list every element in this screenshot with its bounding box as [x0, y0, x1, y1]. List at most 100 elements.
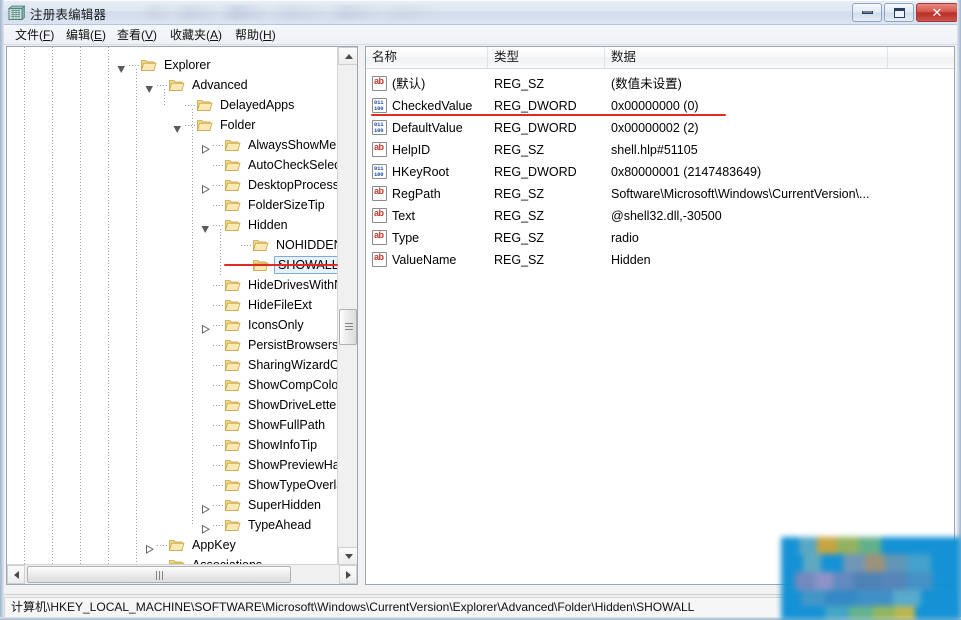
- value-type: REG_SZ: [494, 209, 545, 223]
- tree-vertical-scrollbar[interactable]: [337, 47, 357, 565]
- value-row[interactable]: ab Text REG_SZ @shell32.dll,-30500: [366, 205, 954, 227]
- collapse-triangle-icon[interactable]: [201, 221, 210, 233]
- menu-item-help[interactable]: 帮助(H): [230, 27, 281, 44]
- minimize-icon: [853, 4, 881, 21]
- tree-connector: [241, 245, 252, 246]
- window-edge-left: [0, 0, 4, 620]
- value-name: DefaultValue: [392, 121, 463, 135]
- registry-values-pane: 名称 类型 数据 ab (默认) REG_SZ (数值未设置) 011 100 Checke…: [365, 46, 955, 585]
- close-icon: ✕: [931, 4, 943, 20]
- expand-triangle-icon[interactable]: [201, 141, 211, 154]
- folder-icon: [168, 78, 185, 92]
- value-row[interactable]: 011 100 HKeyRoot REG_DWORD 0x80000001 (21474…: [366, 161, 954, 183]
- tree-connector: [213, 365, 224, 366]
- tree-node-label: Explorer: [164, 58, 211, 72]
- close-button[interactable]: ✕: [916, 3, 958, 22]
- expand-triangle-icon[interactable]: [201, 181, 211, 194]
- showall-underline-annotation: [224, 264, 338, 266]
- column-header-data[interactable]: 数据: [605, 47, 888, 68]
- scroll-up-icon[interactable]: [338, 47, 357, 65]
- maximize-button[interactable]: [884, 3, 914, 22]
- tree-connector: [213, 465, 224, 466]
- tree-connector: [213, 425, 224, 426]
- tree-node-label: SuperHidden: [248, 498, 321, 512]
- expand-triangle-icon[interactable]: [201, 501, 211, 514]
- tree-node-label: FolderSizeTip: [248, 198, 325, 212]
- expand-triangle-icon[interactable]: [145, 541, 155, 554]
- value-name: Text: [392, 209, 415, 223]
- folder-icon: [196, 98, 213, 112]
- tree-connector: [213, 325, 224, 326]
- menu-item-favorites[interactable]: 收藏夹(A): [165, 27, 227, 44]
- value-row[interactable]: 011 100 DefaultValue REG_DWORD 0x00000002 (2…: [366, 117, 954, 139]
- dword-value-icon: 011 100: [372, 120, 387, 135]
- string-value-icon: ab: [372, 230, 387, 245]
- tree-horizontal-scrollbar[interactable]: [7, 564, 357, 584]
- value-data: 0x00000000 (0): [611, 99, 699, 113]
- tree-node-label: AppKey: [192, 538, 236, 552]
- tree-node-label: ShowDriveLetters: [248, 398, 337, 412]
- column-header-extra[interactable]: [888, 47, 954, 68]
- value-data: Software\Microsoft\Windows\CurrentVersio…: [611, 187, 870, 201]
- tree-hscroll-thumb[interactable]: [27, 566, 291, 583]
- value-data: @shell32.dll,-30500: [611, 209, 722, 223]
- value-row[interactable]: ab (默认) REG_SZ (数值未设置): [366, 73, 954, 95]
- folder-icon: [224, 198, 241, 212]
- value-data: 0x80000001 (2147483649): [611, 165, 762, 179]
- scroll-left-icon[interactable]: [7, 565, 25, 584]
- menu-item-edit[interactable]: 编辑(E): [61, 27, 111, 44]
- tree-connector: [213, 445, 224, 446]
- collapse-triangle-icon[interactable]: [145, 81, 154, 93]
- tree-connector: [213, 225, 224, 226]
- value-type: REG_SZ: [494, 143, 545, 157]
- tree-connector: [157, 85, 168, 86]
- tree-connector: [185, 125, 196, 126]
- value-row[interactable]: ab Type REG_SZ radio: [366, 227, 954, 249]
- tree-node-label: SharingWizardOn: [248, 358, 337, 372]
- folder-icon: [224, 338, 241, 352]
- column-header-name[interactable]: 名称: [366, 47, 488, 68]
- folder-icon: [252, 238, 269, 252]
- menu-item-view[interactable]: 查看(V): [112, 27, 162, 44]
- tree-vscroll-thumb[interactable]: [339, 309, 357, 345]
- folder-icon: [224, 178, 241, 192]
- expand-triangle-icon[interactable]: [201, 521, 211, 534]
- title-bar-blurred-text: [141, 5, 441, 20]
- folder-icon: [224, 418, 241, 432]
- folder-icon: [168, 538, 185, 552]
- value-row[interactable]: ab HelpID REG_SZ shell.hlp#51105: [366, 139, 954, 161]
- value-name: RegPath: [392, 187, 441, 201]
- title-bar-inner: 注册表编辑器 ✕: [0, 0, 961, 24]
- tree-node-label: HideDrivesWithNoM: [248, 278, 337, 292]
- value-data: (数值未设置): [611, 77, 682, 91]
- column-header-type[interactable]: 类型: [488, 47, 605, 68]
- value-data: Hidden: [611, 253, 651, 267]
- scroll-down-icon[interactable]: [338, 547, 357, 565]
- folder-icon: [224, 438, 241, 452]
- folder-icon: [224, 278, 241, 292]
- tree-node-label: AutoCheckSelect: [248, 158, 337, 172]
- tree-guide-line: [192, 109, 193, 525]
- menu-bar: 文件(F) 编辑(E) 查看(V) 收藏夹(A) 帮助(H): [0, 25, 961, 45]
- scroll-right-icon[interactable]: [339, 565, 357, 584]
- tree-node-label: Hidden: [248, 218, 288, 232]
- value-type: REG_DWORD: [494, 99, 577, 113]
- values-column-header: 名称 类型 数据: [366, 47, 954, 69]
- tree-guide-line: [24, 47, 25, 565]
- folder-icon: [224, 298, 241, 312]
- collapse-triangle-icon[interactable]: [173, 121, 182, 133]
- value-type: REG_DWORD: [494, 165, 577, 179]
- tree-node-label: AlwaysShowMenus: [248, 138, 337, 152]
- value-data: radio: [611, 231, 639, 245]
- tree-connector: [213, 305, 224, 306]
- collapse-triangle-icon[interactable]: [117, 61, 126, 73]
- blurred-watermark-overlay: [781, 537, 961, 620]
- value-row[interactable]: ab ValueName REG_SZ Hidden: [366, 249, 954, 271]
- value-row[interactable]: ab RegPath REG_SZ Software\Microsoft\Window…: [366, 183, 954, 205]
- minimize-button[interactable]: [852, 3, 882, 22]
- menu-item-file[interactable]: 文件(F): [10, 27, 59, 44]
- expand-triangle-icon[interactable]: [201, 321, 211, 334]
- tree-node-label: DesktopProcess: [248, 178, 337, 192]
- registry-tree[interactable]: Explorer Advanced DelayedApps Folder AlwaysS…: [7, 47, 337, 565]
- folder-icon: [224, 218, 241, 232]
